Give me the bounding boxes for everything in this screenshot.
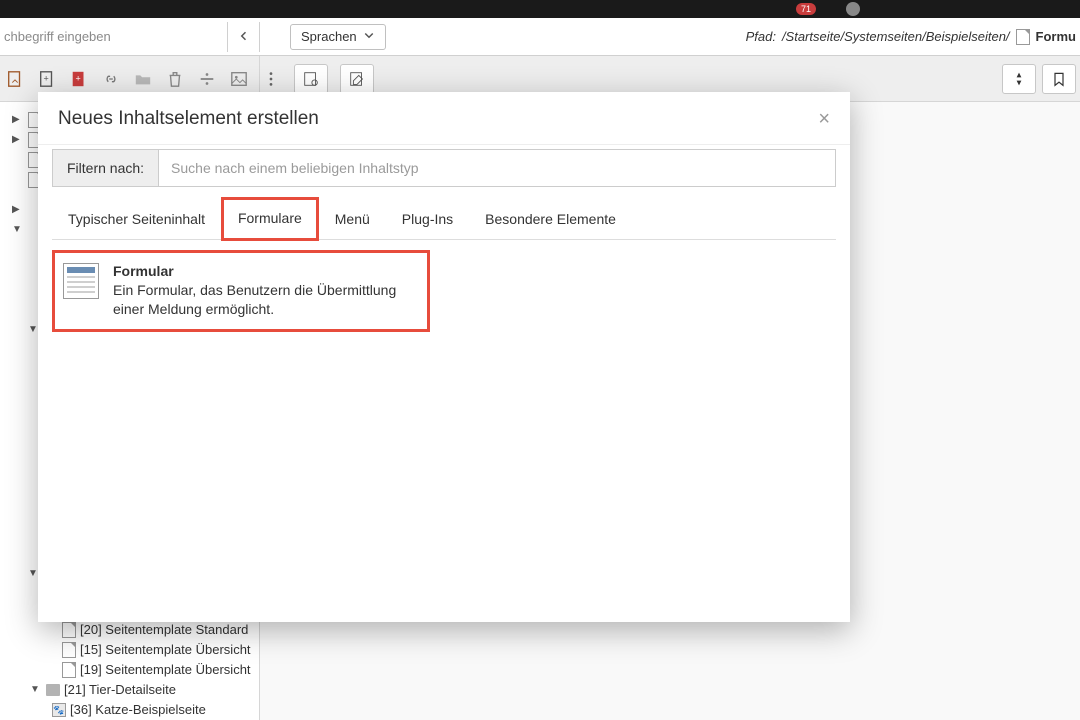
tree-item[interactable]: [20] Seitentemplate Standard	[28, 620, 259, 640]
wizard-item-form[interactable]: Formular Ein Formular, das Benutzern die…	[52, 250, 430, 332]
tree-toggle-icon[interactable]: ▼	[12, 224, 22, 235]
app-top-bar: 71	[0, 0, 1080, 18]
trash-icon[interactable]	[166, 69, 184, 89]
page-icon	[62, 642, 76, 658]
tree-item-label: [21] Tier-Detailseite	[64, 680, 176, 700]
new-page-icon[interactable]	[6, 69, 24, 89]
tree-search-input[interactable]: chbegriff eingeben	[0, 22, 228, 52]
divide-icon[interactable]	[198, 69, 216, 89]
tree-item-label: [15] Seitentemplate Übersicht	[80, 640, 251, 660]
tree-toggle-icon[interactable]: ▶	[12, 114, 20, 125]
chevron-down-icon	[363, 29, 375, 44]
modal-title: Neues Inhaltselement erstellen	[58, 108, 319, 130]
svg-text:+: +	[75, 73, 80, 83]
tree-item[interactable]: ▼ [21] Tier-Detailseite	[28, 680, 259, 700]
path-text: /Startseite/Systemseiten/Beispielseiten/	[782, 29, 1010, 44]
tab-typical-content[interactable]: Typischer Seiteninhalt	[52, 199, 221, 239]
language-dropdown[interactable]: Sprachen	[290, 24, 386, 50]
clear-cache-button[interactable]	[1002, 64, 1036, 94]
language-label: Sprachen	[301, 29, 357, 44]
edit-page-button[interactable]	[340, 64, 374, 94]
wizard-tabs: Typischer Seiteninhalt Formulare Menü Pl…	[52, 199, 836, 240]
page-icon	[62, 662, 76, 678]
tree-item[interactable]: [19] Seitentemplate Übersicht	[28, 660, 259, 680]
tree-item[interactable]: [15] Seitentemplate Übersicht	[28, 640, 259, 660]
avatar[interactable]	[846, 2, 860, 16]
tree-toggle-icon[interactable]: ▶	[12, 204, 20, 215]
folder-icon	[46, 684, 60, 696]
cat-icon: 🐾	[52, 703, 66, 717]
tree-toggle-icon[interactable]: ▼	[28, 568, 38, 579]
tree-toggle-icon[interactable]: ▶	[12, 134, 20, 145]
svg-text:+: +	[43, 73, 48, 83]
tree-item-label: [36] Katze-Beispielseite	[70, 700, 206, 720]
preview-button[interactable]	[294, 64, 328, 94]
doc-add-red-icon[interactable]: +	[70, 69, 88, 89]
tab-special[interactable]: Besondere Elemente	[469, 199, 632, 239]
tree-item[interactable]: 🐾 [36] Katze-Beispielseite	[28, 700, 259, 720]
collapse-sidebar-button[interactable]	[228, 22, 260, 52]
path-bar: chbegriff eingeben Sprachen Pfad: /Start…	[0, 18, 1080, 56]
page-icon	[62, 622, 76, 638]
form-icon	[63, 263, 99, 299]
tab-menu[interactable]: Menü	[319, 199, 386, 239]
doc-plus-icon[interactable]: +	[38, 69, 56, 89]
page-icon	[1016, 29, 1030, 45]
bookmark-button[interactable]	[1042, 64, 1076, 94]
chevron-left-icon	[238, 29, 250, 45]
tree-item-label: [19] Seitentemplate Übersicht	[80, 660, 251, 680]
tree-item-label: [20] Seitentemplate Standard	[80, 620, 248, 640]
path-prefix: Pfad:	[746, 29, 776, 44]
image-icon[interactable]	[230, 69, 248, 89]
filter-input[interactable]	[159, 150, 835, 186]
link-icon[interactable]	[102, 69, 120, 89]
tree-toggle-icon[interactable]: ▼	[30, 680, 42, 700]
filter-label: Filtern nach:	[53, 150, 159, 186]
tab-plugins[interactable]: Plug-Ins	[386, 199, 469, 239]
wizard-item-title: Formular	[113, 263, 419, 279]
close-icon[interactable]: ×	[818, 109, 830, 129]
tree-toggle-icon[interactable]: ▼	[28, 324, 38, 335]
tab-forms[interactable]: Formulare	[221, 197, 319, 241]
wizard-item-description: Ein Formular, das Benutzern die Übermitt…	[113, 281, 419, 319]
current-page-name: Formu	[1036, 29, 1076, 44]
notification-badge[interactable]: 71	[796, 3, 816, 15]
new-content-element-modal: Neues Inhaltselement erstellen × Filtern…	[38, 92, 850, 622]
folder-icon[interactable]	[134, 69, 152, 89]
breadcrumb: Pfad: /Startseite/Systemseiten/Beispiels…	[746, 29, 1076, 45]
